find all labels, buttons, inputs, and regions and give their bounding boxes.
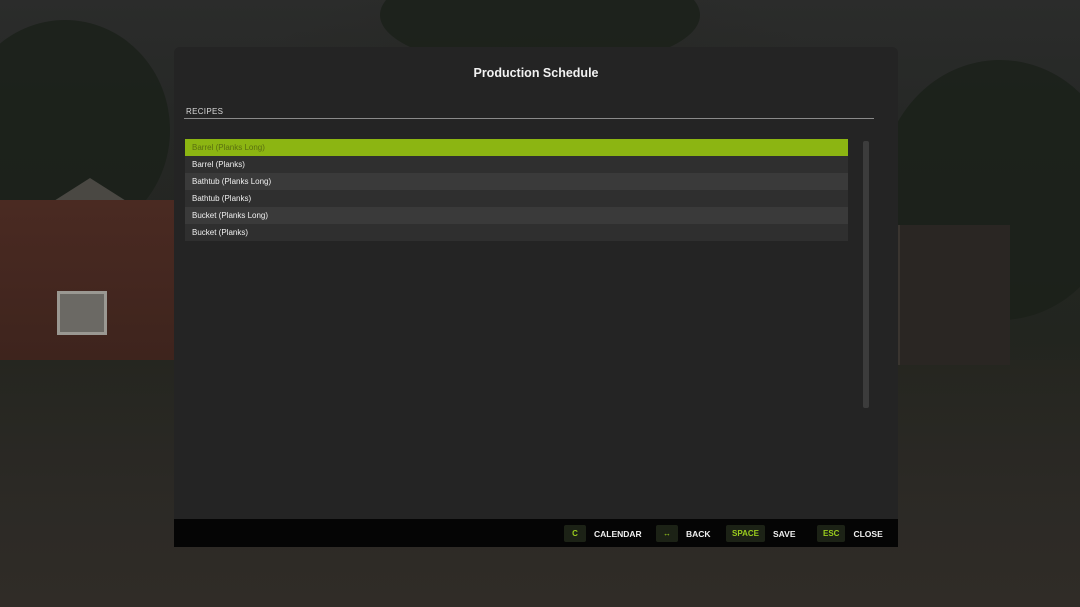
- recipe-list-item[interactable]: Bathtub (Planks Long): [185, 173, 848, 190]
- calendar-label: CALENDAR: [594, 528, 642, 539]
- close-button[interactable]: ESC CLOSE: [817, 525, 883, 542]
- input-hint-bar: C CALENDAR ↔ BACK SPACE SAVE ESC CLOSE: [174, 519, 898, 547]
- recipe-list-scrollbar[interactable]: [863, 141, 869, 408]
- dialog-title: Production Schedule: [473, 66, 599, 80]
- esc-key-icon: ESC: [817, 525, 846, 542]
- back-label: BACK: [686, 528, 711, 539]
- house: [0, 200, 175, 360]
- shed: [897, 225, 1010, 365]
- left-right-arrow-icon: ↔: [656, 525, 678, 542]
- recipe-list-item[interactable]: Bucket (Planks): [185, 224, 848, 241]
- save-button[interactable]: SPACE SAVE: [726, 525, 796, 542]
- house-window: [57, 291, 107, 335]
- space-key-icon: SPACE: [726, 525, 765, 542]
- recipe-list-item[interactable]: Barrel (Planks Long): [185, 139, 848, 156]
- back-button[interactable]: ↔ BACK: [656, 525, 711, 542]
- close-label: CLOSE: [853, 528, 883, 539]
- c-key-icon: C: [564, 525, 586, 542]
- recipe-list-item[interactable]: Bathtub (Planks): [185, 190, 848, 207]
- recipe-list: Barrel (Planks Long) Barrel (Planks) Bat…: [185, 139, 848, 241]
- section-divider: [184, 118, 874, 119]
- calendar-button[interactable]: C CALENDAR: [564, 525, 642, 542]
- production-schedule-dialog: Production Schedule RECIPES Barrel (Plan…: [174, 47, 898, 519]
- recipe-list-item[interactable]: Barrel (Planks): [185, 156, 848, 173]
- recipes-section-label: RECIPES: [186, 107, 224, 116]
- recipe-list-item[interactable]: Bucket (Planks Long): [185, 207, 848, 224]
- save-label: SAVE: [772, 528, 796, 539]
